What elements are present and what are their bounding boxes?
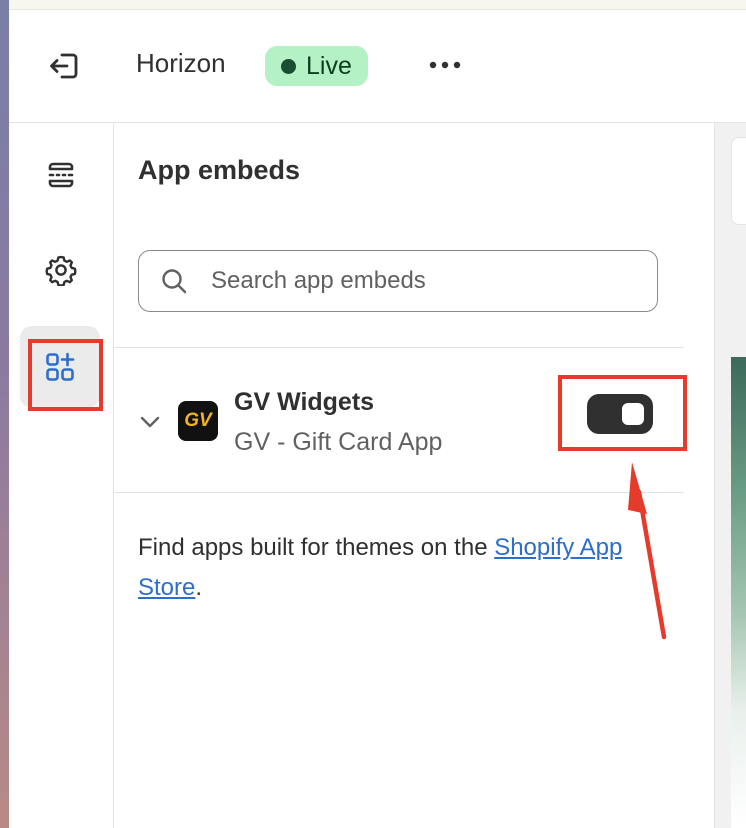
app-embed-row: GV GV Widgets GV - Gift Card App bbox=[114, 348, 684, 493]
sidebar-item-sections[interactable] bbox=[31, 145, 91, 205]
app-name: GV Widgets bbox=[234, 388, 375, 416]
divider bbox=[114, 492, 684, 493]
editor-sidebar bbox=[9, 123, 114, 828]
app-embeds-panel: App embeds GV GV Widgets GV - Gift Card … bbox=[114, 123, 715, 828]
hint-text: Find apps built for themes on the bbox=[138, 534, 495, 561]
chevron-down-icon[interactable] bbox=[138, 410, 162, 434]
app-logo: GV bbox=[178, 401, 218, 441]
app-subtitle: GV - Gift Card App bbox=[234, 428, 443, 456]
theme-preview bbox=[715, 123, 746, 828]
search-input[interactable] bbox=[209, 266, 633, 296]
preview-image bbox=[731, 357, 746, 828]
panel-title: App embeds bbox=[138, 155, 301, 185]
app-embed-toggle[interactable] bbox=[587, 394, 653, 434]
browser-top-strip bbox=[9, 0, 746, 10]
more-actions-button[interactable] bbox=[423, 50, 467, 80]
status-badge: Live bbox=[265, 46, 368, 86]
app-store-hint: Find apps built for themes on the Shopif… bbox=[138, 528, 638, 608]
desktop-background bbox=[0, 0, 9, 828]
sidebar-item-app-embeds[interactable] bbox=[20, 326, 100, 408]
exit-icon bbox=[50, 53, 78, 79]
live-dot-icon bbox=[281, 58, 296, 74]
search-field[interactable] bbox=[138, 250, 658, 312]
gear-icon bbox=[45, 255, 77, 286]
status-badge-label: Live bbox=[306, 51, 352, 80]
exit-button[interactable] bbox=[45, 47, 83, 85]
sections-icon bbox=[48, 162, 74, 188]
apps-add-icon bbox=[46, 352, 75, 381]
editor-topbar: Horizon Live bbox=[9, 10, 746, 123]
more-icon bbox=[429, 61, 461, 69]
sidebar-item-settings[interactable] bbox=[31, 240, 91, 300]
theme-name: Horizon bbox=[136, 48, 226, 78]
preview-card bbox=[731, 137, 746, 225]
search-icon bbox=[162, 269, 187, 294]
toggle-knob bbox=[622, 403, 644, 425]
hint-period: . bbox=[195, 574, 203, 601]
